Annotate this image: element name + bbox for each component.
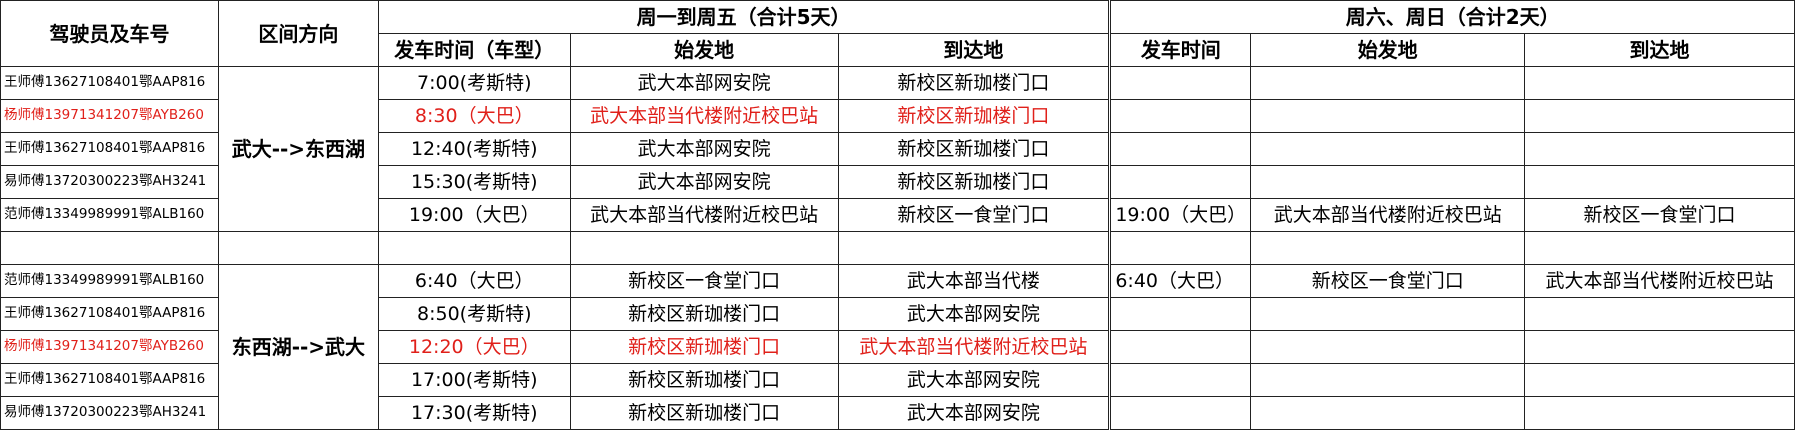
weekend-destination-cell: [1524, 330, 1795, 364]
header-weekend-time: 发车时间: [1108, 33, 1252, 67]
destination-cell: 新校区新珈楼门口: [837, 66, 1111, 100]
destination-cell: 武大本部网安院: [837, 396, 1111, 430]
schedule-sheet: 驾驶员及车号 区间方向 周一到周五（合计5天） 周六、周日（合计2天） 发车时间…: [0, 0, 1795, 430]
departure-time: 12:40(考斯特): [377, 132, 571, 166]
group-east-lake-return: 范师傅13349989991鄂ALB160 东西湖-->武大 6:40（大巴） 新校区…: [0, 264, 1795, 430]
departure-time: 7:00(考斯特): [377, 66, 571, 100]
departure-time: 8:50(考斯特): [377, 297, 571, 331]
destination-cell: 武大本部当代楼附近校巴站: [837, 330, 1111, 364]
destination-cell: 武大本部网安院: [837, 297, 1111, 331]
route-direction: 武大-->东西湖: [217, 66, 379, 232]
weekend-origin-cell: [1250, 297, 1526, 331]
destination-cell: 武大本部当代楼: [837, 264, 1111, 298]
weekend-destination-cell: 武大本部当代楼附近校巴站: [1524, 264, 1795, 298]
header-direction: 区间方向: [217, 0, 379, 67]
departure-time: 8:30（大巴）: [377, 99, 571, 133]
driver-cell: 杨师傅13971341207鄂AYB260: [0, 330, 219, 364]
header-weekday-time: 发车时间（车型）: [377, 33, 571, 67]
origin-cell: 新校区一食堂门口: [569, 264, 839, 298]
origin-cell: 新校区新珈楼门口: [569, 297, 839, 331]
weekend-departure-time: [1108, 396, 1252, 430]
weekend-origin-cell: [1250, 363, 1526, 397]
header-row-1: 驾驶员及车号 区间方向 周一到周五（合计5天） 周六、周日（合计2天）: [0, 0, 1795, 67]
destination-cell: 新校区新珈楼门口: [837, 132, 1111, 166]
driver-cell: 范师傅13349989991鄂ALB160: [0, 264, 219, 298]
weekend-destination-cell: [1524, 363, 1795, 397]
departure-time: 17:30(考斯特): [377, 396, 571, 430]
departure-time: 6:40（大巴）: [377, 264, 571, 298]
header-weekend: 周六、周日（合计2天）: [1108, 0, 1795, 34]
weekend-departure-time: 19:00（大巴）: [1108, 198, 1252, 232]
weekend-destination-cell: [1524, 132, 1795, 166]
departure-time: 17:00(考斯特): [377, 363, 571, 397]
origin-cell: 武大本部网安院: [569, 66, 839, 100]
weekend-departure-time: 6:40（大巴）: [1108, 264, 1252, 298]
destination-cell: 新校区新珈楼门口: [837, 165, 1111, 199]
driver-cell: 易师傅13720300223鄂AH3241: [0, 165, 219, 199]
schedule-row: 范师傅13349989991鄂ALB160 东西湖-->武大 6:40（大巴） 新校区…: [0, 264, 1795, 430]
origin-cell: 武大本部当代楼附近校巴站: [569, 99, 839, 133]
driver-cell: 王师傅13627108401鄂AAP816: [0, 297, 219, 331]
weekend-destination-cell: [1524, 66, 1795, 100]
departure-time: 15:30(考斯特): [377, 165, 571, 199]
route-direction: 东西湖-->武大: [217, 264, 379, 430]
weekend-departure-time: [1108, 66, 1252, 100]
weekend-origin-cell: 武大本部当代楼附近校巴站: [1250, 198, 1526, 232]
origin-cell: 新校区新珈楼门口: [569, 396, 839, 430]
bus-schedule-table: 驾驶员及车号 区间方向 周一到周五（合计5天） 周六、周日（合计2天） 发车时间…: [0, 0, 1795, 430]
weekend-destination-cell: [1524, 297, 1795, 331]
weekend-departure-time: [1108, 165, 1252, 199]
separator-row: [0, 231, 1795, 265]
origin-cell: 新校区新珈楼门口: [569, 363, 839, 397]
destination-cell: 新校区一食堂门口: [837, 198, 1111, 232]
weekend-origin-cell: 新校区一食堂门口: [1250, 264, 1526, 298]
weekend-destination-cell: [1524, 396, 1795, 430]
header-weekend-to: 到达地: [1524, 33, 1795, 67]
weekend-origin-cell: [1250, 66, 1526, 100]
header-driver: 驾驶员及车号: [0, 0, 219, 67]
weekend-origin-cell: [1250, 165, 1526, 199]
header-weekday-from: 始发地: [569, 33, 839, 67]
weekend-departure-time: [1108, 132, 1252, 166]
destination-cell: 新校区新珈楼门口: [837, 99, 1111, 133]
group-east-lake-outbound: 王师傅13627108401鄂AAP816 武大-->东西湖 7:00(考斯特) 武大…: [0, 66, 1795, 232]
header-weekday: 周一到周五（合计5天）: [377, 0, 1111, 34]
weekend-origin-cell: [1250, 396, 1526, 430]
weekend-departure-time: [1108, 297, 1252, 331]
departure-time: 12:20（大巴）: [377, 330, 571, 364]
origin-cell: 武大本部网安院: [569, 165, 839, 199]
driver-cell: 杨师傅13971341207鄂AYB260: [0, 99, 219, 133]
driver-cell: 易师傅13720300223鄂AH3241: [0, 396, 219, 430]
weekend-departure-time: [1108, 99, 1252, 133]
weekend-departure-time: [1108, 363, 1252, 397]
departure-time: 19:00（大巴）: [377, 198, 571, 232]
destination-cell: 武大本部网安院: [837, 363, 1111, 397]
weekend-origin-cell: [1250, 99, 1526, 133]
weekend-origin-cell: [1250, 330, 1526, 364]
weekend-destination-cell: 新校区一食堂门口: [1524, 198, 1795, 232]
weekend-destination-cell: [1524, 165, 1795, 199]
header-weekend-from: 始发地: [1250, 33, 1526, 67]
weekend-destination-cell: [1524, 99, 1795, 133]
origin-cell: 武大本部当代楼附近校巴站: [569, 198, 839, 232]
driver-cell: 王师傅13627108401鄂AAP816: [0, 66, 219, 100]
schedule-row: 王师傅13627108401鄂AAP816 武大-->东西湖 7:00(考斯特) 武大…: [0, 66, 1795, 232]
driver-cell: 王师傅13627108401鄂AAP816: [0, 363, 219, 397]
driver-cell: 范师傅13349989991鄂ALB160: [0, 198, 219, 232]
header-weekday-to: 到达地: [837, 33, 1111, 67]
driver-cell: 王师傅13627108401鄂AAP816: [0, 132, 219, 166]
origin-cell: 武大本部网安院: [569, 132, 839, 166]
weekend-origin-cell: [1250, 132, 1526, 166]
origin-cell: 新校区新珈楼门口: [569, 330, 839, 364]
weekend-departure-time: [1108, 330, 1252, 364]
